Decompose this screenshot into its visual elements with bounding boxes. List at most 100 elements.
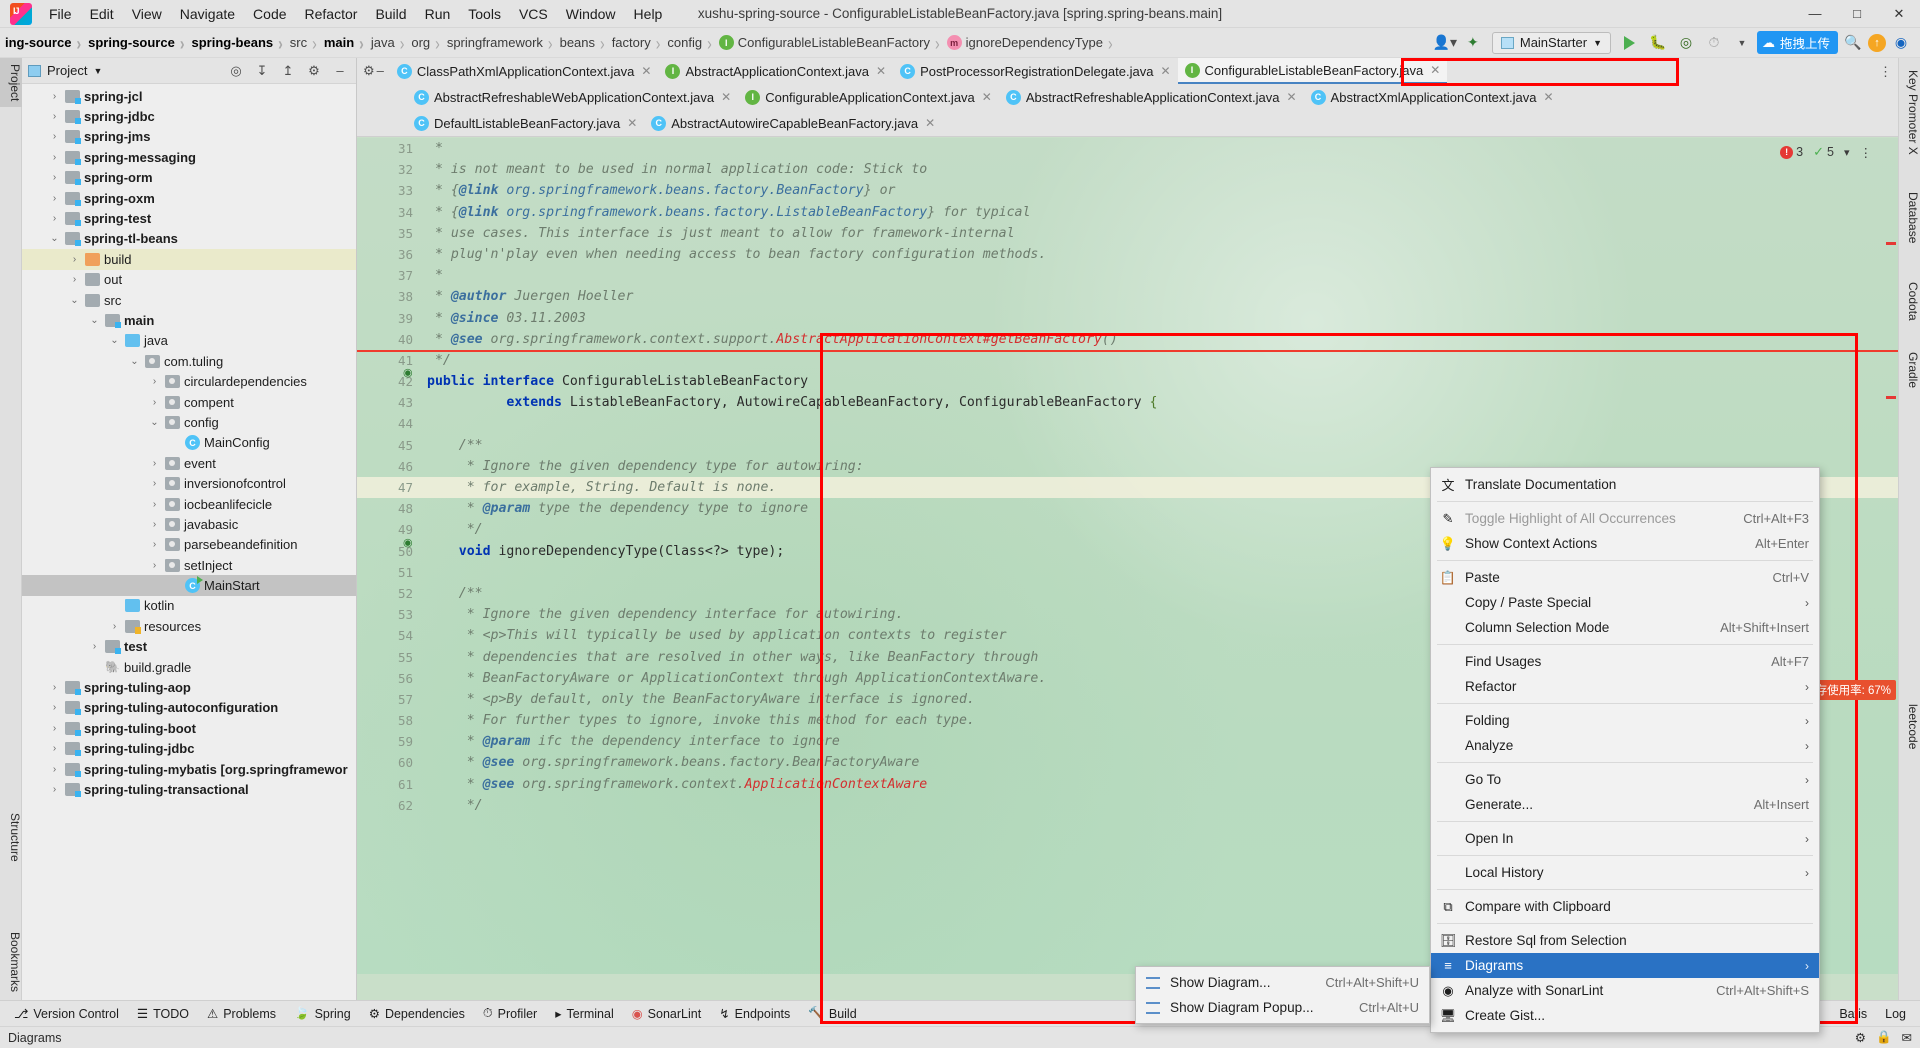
tree-node[interactable]: › spring-jdbc [22,106,356,126]
submenu-item[interactable]: Show Diagram Popup... Ctrl+Alt+U [1136,995,1429,1020]
upload-badge[interactable]: ☁ 拖拽上传 [1756,31,1838,54]
tree-node[interactable]: › javabasic [22,514,356,534]
menu-item-refactor[interactable]: Refactor [296,2,367,26]
tree-node[interactable]: ⌄ java [22,331,356,351]
editor-context-menu[interactable]: 文 Translate Documentation ✎ Toggle Highligh… [1430,467,1820,1033]
status-lock-icon[interactable]: 🔒 [1876,1030,1892,1045]
chevron-right-icon[interactable]: › [48,743,61,754]
chevron-right-icon[interactable]: › [48,784,61,795]
context-menu-item[interactable]: Analyze › [1431,733,1819,758]
chevron-right-icon[interactable]: › [48,152,61,163]
chevron-right-icon[interactable]: › [48,213,61,224]
code-line[interactable]: * @author Juergen Hoeller [427,286,1778,307]
tool-window-button[interactable]: ☰ TODO [129,1004,197,1023]
chevron-down-icon[interactable]: ▼ [93,66,102,76]
run-icon[interactable] [1617,31,1643,55]
tree-node[interactable]: › spring-tuling-jdbc [22,739,356,759]
tree-node[interactable]: ⌄ main [22,310,356,330]
breadcrumb-item[interactable]: m ignoreDependencyType › [944,33,1117,53]
tree-node[interactable]: › resources [22,616,356,636]
tree-node[interactable]: › spring-messaging [22,147,356,167]
menu-item-file[interactable]: File [40,2,81,26]
breadcrumb-item[interactable]: java › [368,33,409,53]
run-configuration-selector[interactable]: MainStarter ▼ [1491,31,1611,54]
breadcrumb-item[interactable]: src › [287,33,321,53]
gear-icon[interactable]: ⚙ [363,63,375,79]
menu-item-build[interactable]: Build [366,2,415,26]
chevron-down-icon[interactable]: ⌄ [88,315,101,326]
chevron-right-icon[interactable]: › [88,641,101,652]
chevron-right-icon[interactable]: › [48,111,61,122]
chevron-right-icon[interactable]: › [48,682,61,693]
chevron-right-icon[interactable]: › [48,131,61,142]
method-implement-marker-icon[interactable]: ◉ [403,536,415,549]
breadcrumb-item[interactable]: ing-source › [2,33,85,53]
chevron-right-icon[interactable]: › [48,172,61,183]
more-run-chevron-icon[interactable]: ▼ [1729,31,1755,55]
code-line[interactable] [427,413,1778,434]
close-icon[interactable]: ✕ [721,90,731,104]
context-menu-item[interactable]: Open In › [1431,826,1819,851]
tree-node[interactable]: › spring-jms [22,127,356,147]
submenu-item[interactable]: Show Diagram... Ctrl+Alt+Shift+U [1136,970,1429,995]
chevron-right-icon[interactable]: › [148,376,161,387]
context-menu-item[interactable]: Go To › [1431,767,1819,792]
context-menu-item[interactable]: Find Usages Alt+F7 [1431,649,1819,674]
warning-count[interactable]: ✓ 5 [1813,144,1834,160]
close-icon[interactable]: ✕ [641,64,651,78]
sidebar-item-database[interactable]: Database [1898,186,1920,249]
close-icon[interactable]: ✕ [982,90,992,104]
menu-item-navigate[interactable]: Navigate [171,2,244,26]
tree-node[interactable]: › iocbeanlifecicle [22,494,356,514]
target-icon[interactable]: ◎ [226,63,246,79]
editor-tab[interactable]: C AbstractAutowireCapableBeanFactory.java… [644,110,942,136]
close-icon[interactable]: ✕ [627,116,637,130]
scrollbar-error-marker[interactable] [1886,242,1896,245]
code-line[interactable]: * use cases. This interface is just mean… [427,223,1778,244]
status-notifications-icon[interactable]: ✉ [1902,1030,1912,1045]
project-tree[interactable]: › spring-jcl › spring-jdbc › spring-jms › sprin… [22,84,356,1018]
close-icon[interactable]: ✕ [1286,90,1296,104]
chevron-right-icon[interactable]: › [48,723,61,734]
chevron-right-icon[interactable]: › [68,254,81,265]
context-menu-item[interactable]: Column Selection Mode Alt+Shift+Insert [1431,615,1819,640]
tree-node[interactable]: › setInject [22,555,356,575]
status-git-icon[interactable]: ⚙ [1855,1030,1866,1045]
update-icon[interactable]: ↑ [1868,33,1886,52]
chevron-right-icon[interactable]: › [148,397,161,408]
chevron-down-icon[interactable]: ⌄ [108,335,121,346]
close-icon[interactable]: ✕ [1543,90,1553,104]
close-icon[interactable]: ✕ [1430,63,1440,77]
tree-node[interactable]: C MainStart [22,575,356,596]
context-menu-item[interactable]: Copy / Paste Special › [1431,590,1819,615]
tool-window-button[interactable]: ⚙ Dependencies [361,1004,473,1023]
minimize-button[interactable]: — [1794,0,1836,27]
chevron-right-icon[interactable]: › [148,560,161,571]
editor-tab[interactable]: I AbstractApplicationContext.java ✕ [658,58,893,84]
context-menu-item[interactable]: Folding › [1431,708,1819,733]
tree-node[interactable]: › spring-tuling-aop [22,677,356,697]
chevron-right-icon[interactable]: › [148,519,161,530]
chevron-right-icon[interactable]: › [48,91,61,102]
menu-item-run[interactable]: Run [416,2,460,26]
tree-node[interactable]: C MainConfig [22,433,356,453]
breadcrumb-item[interactable]: org › [408,33,443,53]
code-line[interactable]: public interface ConfigurableListableBea… [427,371,1778,392]
tree-node[interactable]: › spring-tuling-boot [22,718,356,738]
chevron-right-icon[interactable]: › [148,458,161,469]
breadcrumb-item[interactable]: spring-beans › [189,33,287,53]
context-menu-item[interactable]: ◉ Analyze with SonarLint Ctrl+Alt+Shift+S [1431,978,1819,1003]
coverage-icon[interactable]: ◎ [1673,31,1699,55]
code-line[interactable]: * plug'n'play even when needing access t… [427,244,1778,265]
close-button[interactable]: ✕ [1878,0,1920,27]
tool-window-button[interactable]: ↯ Endpoints [711,1004,798,1023]
tree-node[interactable]: › out [22,270,356,290]
context-menu-item[interactable]: 🖥 Create Gist... [1431,1003,1819,1028]
tree-node[interactable]: › circulardependencies [22,371,356,391]
context-menu-item[interactable]: ⧉ Compare with Clipboard [1431,894,1819,919]
menu-item-edit[interactable]: Edit [81,2,123,26]
menu-item-tools[interactable]: Tools [459,2,510,26]
tree-node[interactable]: › event [22,453,356,473]
chevron-down-icon[interactable]: ▾ [1844,146,1850,159]
tool-window-button[interactable]: ▸ Terminal [547,1004,622,1023]
